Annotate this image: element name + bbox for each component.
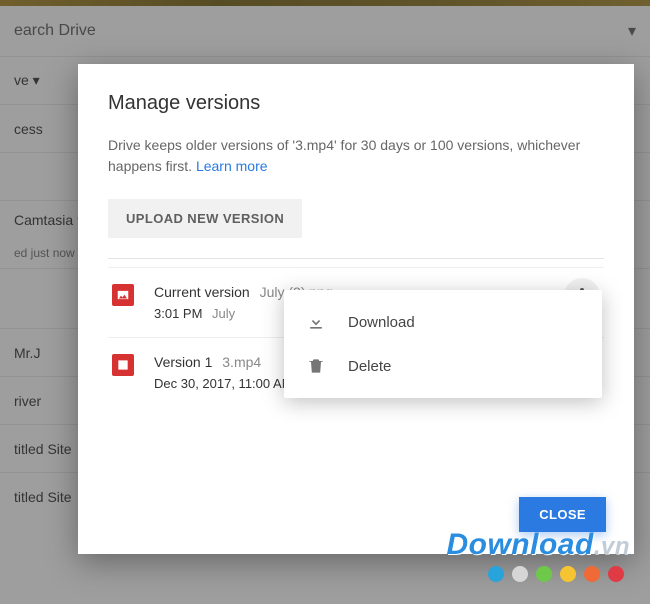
dialog-description: Drive keeps older versions of '3.mp4' fo…	[108, 135, 604, 177]
image-file-icon	[112, 284, 134, 306]
menu-item-label: Download	[348, 314, 415, 331]
video-file-icon	[112, 354, 134, 376]
version-meta: Version 1 3.mp4 Dec 30, 2017, 11:00 AM	[154, 354, 293, 391]
menu-item-delete[interactable]: Delete	[284, 344, 602, 388]
learn-more-link[interactable]: Learn more	[196, 158, 268, 174]
menu-item-label: Delete	[348, 358, 391, 375]
dialog-description-text: Drive keeps older versions of '3.mp4' fo…	[108, 137, 580, 174]
version-title: Version 1	[154, 354, 212, 370]
version-time: 3:01 PM	[154, 306, 202, 321]
version-context-menu: Download Delete	[284, 290, 602, 398]
close-button[interactable]: CLOSE	[519, 497, 606, 532]
dialog-title: Manage versions	[108, 92, 604, 115]
trash-icon	[306, 356, 326, 376]
version-author: July	[212, 306, 235, 321]
divider	[108, 258, 604, 259]
version-title: Current version	[154, 284, 250, 300]
download-icon	[306, 312, 326, 332]
menu-item-download[interactable]: Download	[284, 300, 602, 344]
upload-new-version-button[interactable]: UPLOAD NEW VERSION	[108, 199, 302, 238]
version-time: Dec 30, 2017, 11:00 AM	[154, 376, 293, 391]
version-filename: 3.mp4	[222, 354, 261, 370]
